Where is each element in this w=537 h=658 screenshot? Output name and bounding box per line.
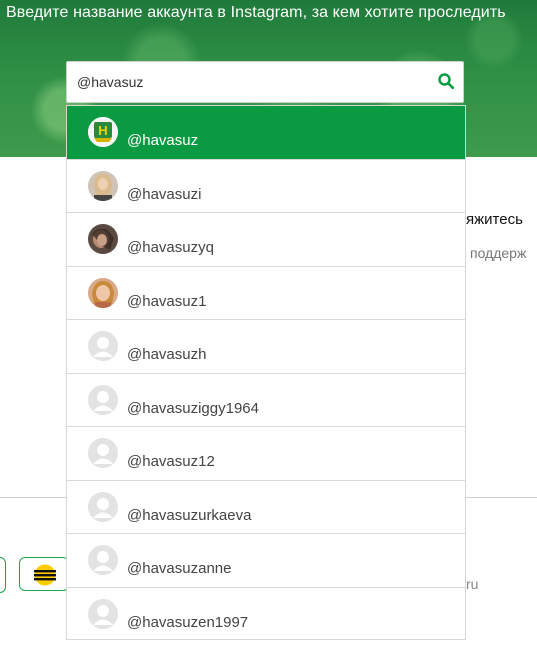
search-box [66,61,464,103]
avatar [88,170,118,201]
suggestion-item[interactable]: @havasuzanne [67,534,465,588]
avatar [88,598,118,629]
profile-photo-icon [88,170,118,201]
search-icon[interactable] [437,72,455,90]
avatar [88,331,118,361]
suggestion-item[interactable]: @havasuzyq [67,213,465,267]
suggestion-item[interactable]: @havasuzen1997 [67,588,465,642]
suggestion-handle: @havasuz1 [127,292,207,310]
suggestion-handle: @havasuzanne [127,560,232,577]
suggestions-dropdown: H @havasuz @havasuzi @havasuzyq @havasuz… [66,105,466,640]
suggestion-item[interactable]: @havasuz1 [67,267,465,320]
suggestion-handle: @havasuzen1997 [127,613,249,631]
avatar [88,384,118,415]
suggestion-handle: @havasuzi [127,185,202,203]
beeline-logo-icon [34,564,56,586]
default-avatar-icon [88,545,118,575]
suggestion-item[interactable]: @havasuzurkaeva [67,481,465,534]
suggestion-item[interactable]: H @havasuz [67,106,465,160]
suggestion-handle: @havasuzh [127,346,207,363]
suggestion-handle: @havasuziggy1964 [127,399,259,417]
default-avatar-icon [88,491,118,522]
background-text-fragment: ru [466,576,479,592]
default-avatar-icon [88,384,118,415]
default-avatar-icon [88,438,118,468]
avatar: H [88,117,118,147]
suggestion-item[interactable]: @havasuzi [67,160,465,213]
avatar [88,438,118,468]
background-text-fragment: поддерж [470,245,527,261]
avatar [88,277,118,308]
hero-title: Введите название аккаунта в Instagram, з… [6,4,506,21]
svg-text:H: H [98,123,107,138]
background-text-fragment: яжитесь [466,211,523,228]
suggestion-item[interactable]: @havasuzh [67,320,465,374]
avatar [88,545,118,575]
search-input[interactable] [77,62,427,102]
suggestion-handle: @havasuz12 [127,453,215,470]
profile-photo-icon [88,277,118,308]
avatar [88,224,118,254]
default-avatar-icon [88,598,118,629]
operator-pill[interactable] [0,557,6,593]
avatar [88,491,118,522]
suggestion-item[interactable]: @havasuziggy1964 [67,374,465,427]
operator-pill-beeline[interactable] [19,557,69,591]
default-avatar-icon [88,331,118,361]
suggestion-item[interactable]: @havasuz12 [67,427,465,481]
profile-photo-icon [88,224,118,254]
brand-logo-icon: H [88,117,118,147]
suggestion-handle: @havasuzurkaeva [127,506,252,524]
suggestion-handle: @havasuzyq [127,239,214,256]
suggestion-handle: @havasuz [127,132,199,149]
